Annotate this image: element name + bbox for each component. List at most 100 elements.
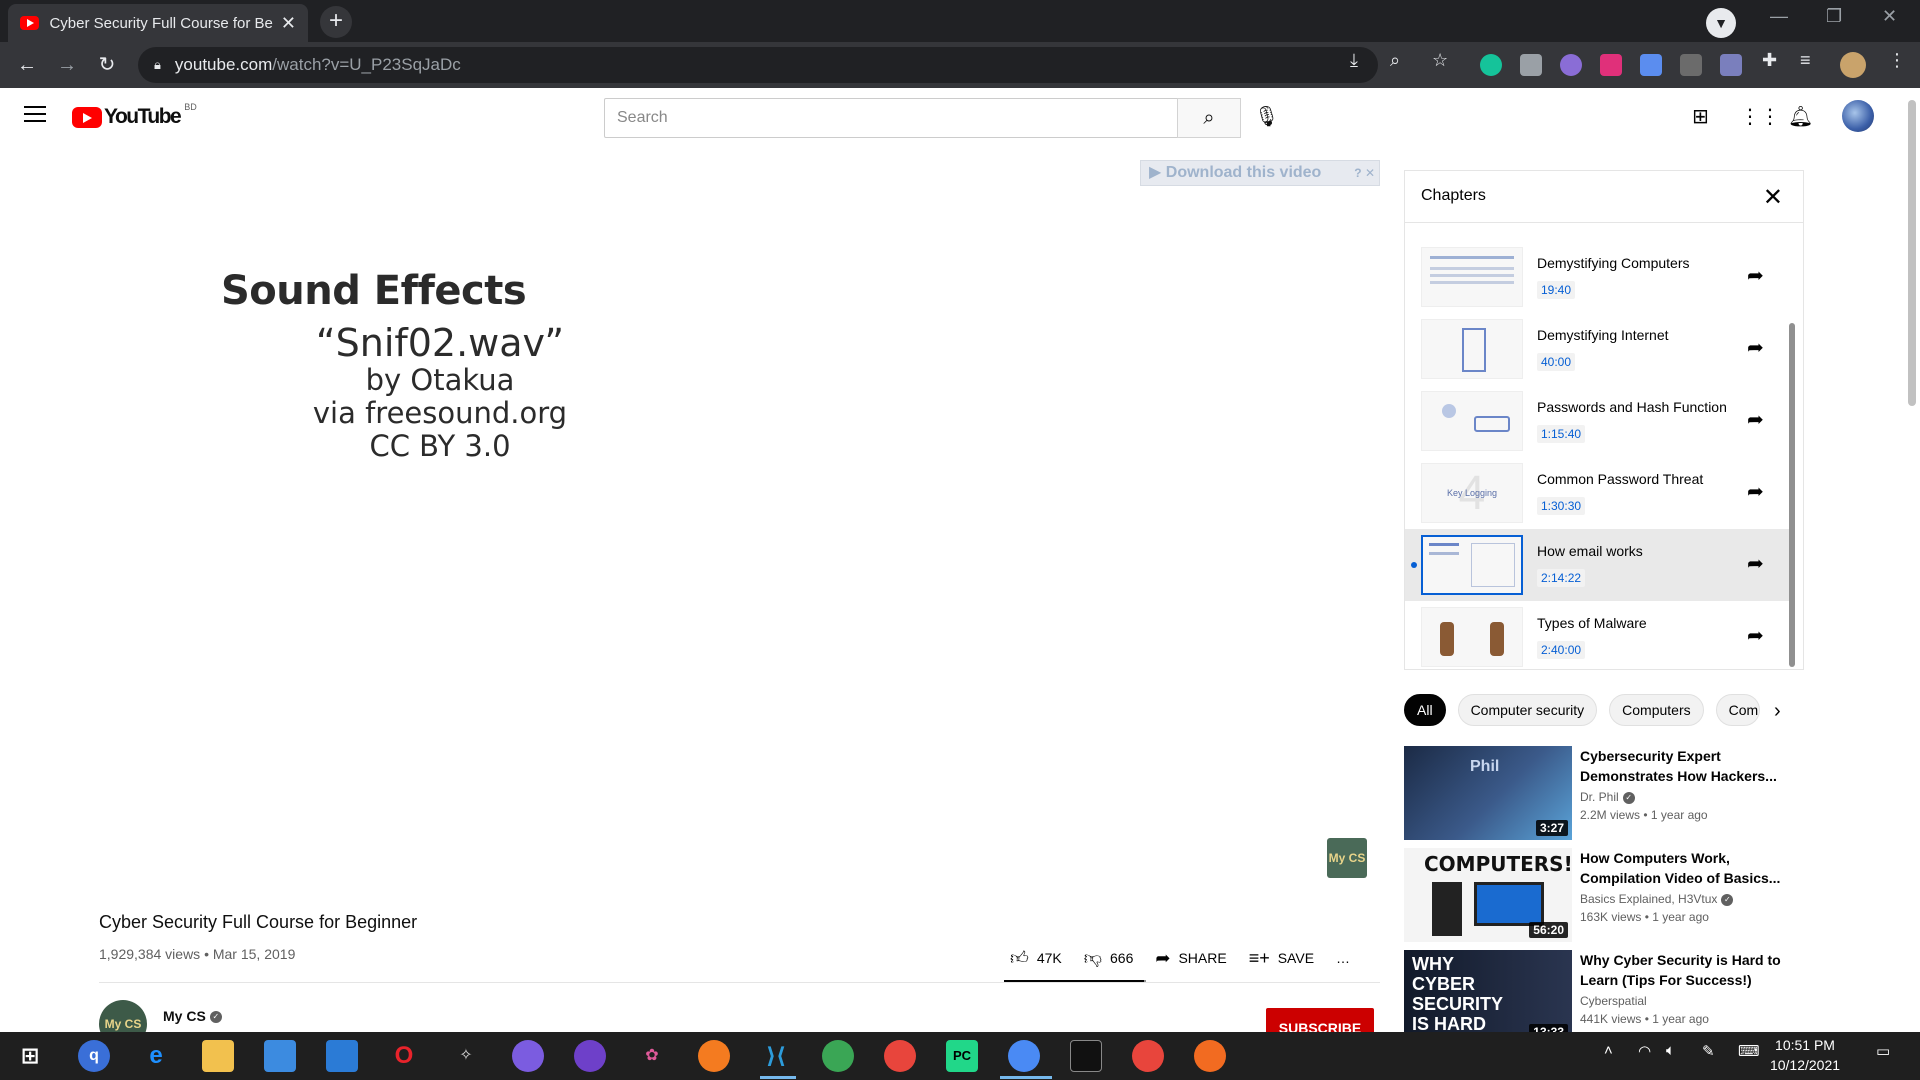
recommended-video[interactable]: WHY CYBER SECURITY IS HARD 13:33 Why Cyb… xyxy=(1404,950,1804,1044)
channel-name[interactable]: Cyberspatial xyxy=(1580,994,1647,1008)
new-tab-button[interactable]: + xyxy=(320,6,352,38)
paint-app-icon[interactable]: ✿ xyxy=(636,1040,668,1072)
store-icon[interactable] xyxy=(264,1040,296,1072)
profile-avatar-icon[interactable] xyxy=(1840,52,1866,78)
share-icon[interactable]: ➦ xyxy=(1747,335,1764,360)
account-avatar[interactable] xyxy=(1842,100,1874,132)
wifi-icon[interactable]: ◠ xyxy=(1638,1042,1651,1060)
keyboard-icon[interactable]: ⌨ xyxy=(1738,1042,1760,1060)
chapter-timestamp[interactable]: 1:30:30 xyxy=(1537,497,1586,515)
close-window-icon[interactable]: ✕ xyxy=(1882,6,1897,27)
extension-icon[interactable] xyxy=(1560,54,1582,76)
chapter-timestamp[interactable]: 40:00 xyxy=(1537,353,1576,371)
notifications-icon[interactable]: ▭ xyxy=(1876,1042,1890,1060)
bookmark-star-icon[interactable]: ☆ xyxy=(1432,50,1448,71)
grammarly-extension-icon[interactable] xyxy=(1480,54,1502,76)
pycharm-icon[interactable]: PC xyxy=(946,1040,978,1072)
chrome-profile-icon[interactable] xyxy=(1132,1040,1164,1072)
dislike-button[interactable]: 👎︎ 666 xyxy=(1084,947,1134,969)
lock-icon[interactable]: 🔒︎ xyxy=(154,57,161,73)
video-thumbnail[interactable]: WHY CYBER SECURITY IS HARD 13:33 xyxy=(1404,950,1572,1044)
youtube-logo[interactable]: YouTube BD xyxy=(72,102,197,129)
edge-browser-icon[interactable]: e xyxy=(140,1040,172,1072)
recommended-video[interactable]: Phil 3:27 Cybersecurity Expert Demonstra… xyxy=(1404,746,1804,840)
chip-all[interactable]: All xyxy=(1404,694,1446,726)
video-thumbnail[interactable]: COMPUTERS! 56:20 xyxy=(1404,848,1572,942)
windows-start-icon[interactable]: ⊞ xyxy=(14,1040,46,1072)
download-extension-icon[interactable] xyxy=(1640,54,1662,76)
video-thumbnail[interactable]: Phil 3:27 xyxy=(1404,746,1572,840)
video-title[interactable]: Cybersecurity Expert Demonstrates How Ha… xyxy=(1580,746,1790,786)
minimize-window-icon[interactable]: — xyxy=(1770,6,1788,27)
file-explorer-icon[interactable] xyxy=(202,1040,234,1072)
opera-icon[interactable]: O xyxy=(388,1040,420,1072)
extensions-puzzle-icon[interactable]: ✚ xyxy=(1762,50,1777,71)
chapter-item[interactable]: Demystifying Computers 19:40 ➦ xyxy=(1405,241,1789,313)
search-button[interactable]: ⌕ xyxy=(1177,98,1241,138)
video-title[interactable]: Why Cyber Security is Hard to Learn (Tip… xyxy=(1580,950,1790,990)
media-queue-icon[interactable]: ≡ xyxy=(1800,50,1811,71)
system-clock[interactable]: 10:51 PM 10/12/2021 xyxy=(1760,1035,1850,1075)
address-bar[interactable]: 🔒︎ youtube.com/watch?v=U_P23SqJaDc xyxy=(138,47,1378,83)
flag-extension-icon[interactable] xyxy=(1600,54,1622,76)
close-chapters-icon[interactable]: ✕ xyxy=(1763,183,1783,212)
video-title[interactable]: How Computers Work, Compilation Video of… xyxy=(1580,848,1790,888)
chapter-item[interactable]: 4 Key Logging Common Password Threat 1:3… xyxy=(1405,457,1789,529)
satellite-app-icon[interactable]: ✧ xyxy=(450,1040,482,1072)
back-icon[interactable]: ← xyxy=(12,50,42,80)
share-icon[interactable]: ➦ xyxy=(1747,479,1764,504)
more-actions-button[interactable]: … xyxy=(1336,950,1350,966)
notifications-bell-icon[interactable]: 🔔︎ xyxy=(1788,104,1813,129)
chrome-profile-icon[interactable] xyxy=(884,1040,916,1072)
download-bar-controls[interactable]: ? ✕ xyxy=(1354,161,1375,185)
channel-name[interactable]: My CS ✓ xyxy=(163,1008,222,1024)
chapter-item[interactable]: Passwords and Hash Function 1:15:40 ➦ xyxy=(1405,385,1789,457)
channel-watermark[interactable]: My CS xyxy=(1327,838,1367,878)
chapters-scrollbar[interactable] xyxy=(1789,323,1795,667)
save-button[interactable]: ≡+ SAVE xyxy=(1249,948,1314,969)
chip-computer-security[interactable]: Computer security xyxy=(1457,694,1598,726)
chip-truncated[interactable]: Com xyxy=(1715,694,1760,726)
browser-menu-icon[interactable]: ⋮ xyxy=(1888,50,1906,71)
chrome-icon[interactable] xyxy=(1008,1040,1040,1072)
share-icon[interactable]: ➦ xyxy=(1747,407,1764,432)
pen-icon[interactable]: ✎ xyxy=(1702,1042,1715,1060)
screen-extension-icon[interactable] xyxy=(1680,54,1702,76)
apps-grid-icon[interactable]: ⋮⋮ xyxy=(1740,104,1780,129)
share-icon[interactable]: ➦ xyxy=(1747,623,1764,648)
chevron-right-icon[interactable]: › xyxy=(1774,700,1781,723)
postman-icon[interactable] xyxy=(1194,1040,1226,1072)
microphone-icon[interactable]: 🎙︎ xyxy=(1254,104,1279,129)
github-desktop-icon[interactable] xyxy=(574,1040,606,1072)
chapter-timestamp[interactable]: 19:40 xyxy=(1537,281,1576,299)
share-button[interactable]: ➦ SHARE xyxy=(1155,948,1226,969)
search-input[interactable]: Search xyxy=(604,98,1188,138)
download-video-button[interactable]: ▶ Download this video ? ✕ xyxy=(1140,160,1380,186)
page-scrollbar[interactable] xyxy=(1908,100,1916,406)
channel-name[interactable]: Dr. Phil ✓ xyxy=(1580,790,1635,804)
create-video-icon[interactable]: ⊞ xyxy=(1692,104,1709,129)
chapter-timestamp[interactable]: 1:15:40 xyxy=(1537,425,1586,443)
chapter-item[interactable]: Demystifying Internet 40:00 ➦ xyxy=(1405,313,1789,385)
share-icon[interactable]: ➦ xyxy=(1747,263,1764,288)
share-icon[interactable]: ➦ xyxy=(1747,551,1764,576)
chapter-item[interactable]: Types of Malware 2:40:00 ➦ xyxy=(1405,601,1789,669)
mail-icon[interactable] xyxy=(326,1040,358,1072)
terminal-icon[interactable] xyxy=(1070,1040,1102,1072)
pen-extension-icon[interactable] xyxy=(1720,54,1742,76)
recommended-video[interactable]: COMPUTERS! 56:20 How Computers Work, Com… xyxy=(1404,848,1804,942)
chapter-timestamp[interactable]: 2:40:00 xyxy=(1537,641,1586,659)
guide-menu-icon[interactable] xyxy=(24,106,46,127)
restore-window-icon[interactable]: ❐ xyxy=(1826,6,1842,27)
zoom-icon[interactable]: ⌕ xyxy=(1390,50,1400,71)
camera-extension-icon[interactable] xyxy=(1520,54,1542,76)
chip-computers[interactable]: Computers xyxy=(1609,694,1704,726)
browser-tab[interactable]: Cyber Security Full Course for Beginner … xyxy=(8,4,308,42)
tray-chevron-up-icon[interactable]: ˄ xyxy=(1604,1042,1613,1059)
forward-icon[interactable]: → xyxy=(52,50,82,80)
chapter-item-active[interactable]: How email works 2:14:22 ➦ xyxy=(1405,529,1789,601)
firefox-icon[interactable] xyxy=(698,1040,730,1072)
qbittorrent-icon[interactable]: q xyxy=(78,1040,110,1072)
tab-search-button[interactable]: ▼ xyxy=(1706,8,1736,38)
volume-icon[interactable]: 🔈︎ xyxy=(1666,1042,1675,1059)
